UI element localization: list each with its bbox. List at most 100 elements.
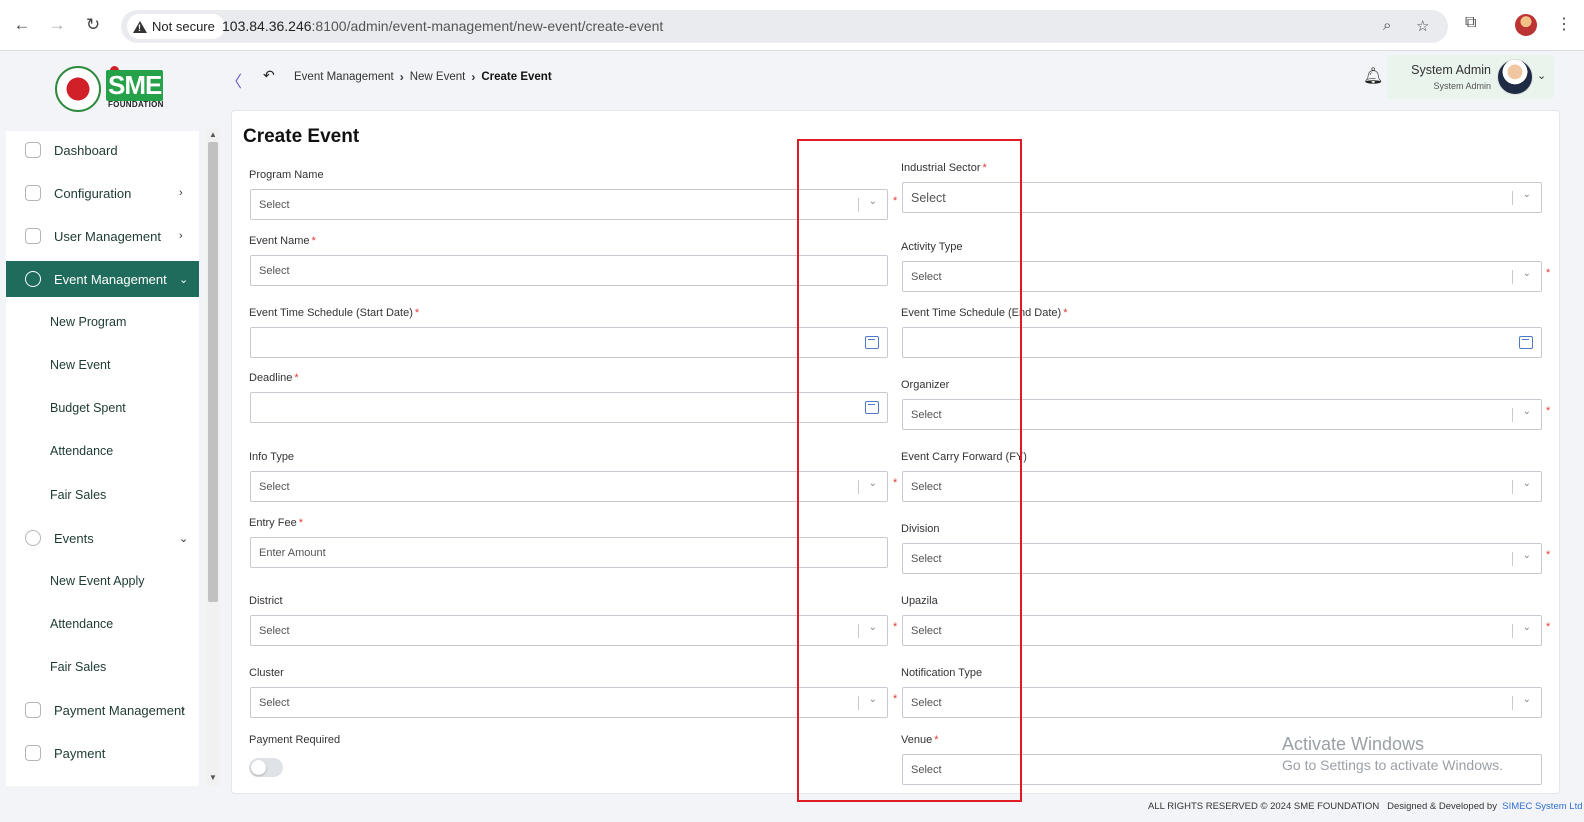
security-chip[interactable]: Not secure: [127, 14, 225, 39]
start-date-input[interactable]: [250, 327, 888, 358]
select-divider: [1512, 480, 1513, 494]
user-menu[interactable]: System Admin System Admin ⌄: [1387, 55, 1554, 99]
program-name-select[interactable]: Select ⌄: [250, 189, 888, 220]
sidebar-item-payment[interactable]: Payment: [6, 735, 199, 771]
chevron-right-icon: ›: [181, 704, 185, 716]
footer: ALL RIGHTS RESERVED © 2024 SME FOUNDATIO…: [1148, 801, 1583, 812]
shield-icon: [25, 228, 41, 244]
bookmark-star-icon[interactable]: ☆: [1416, 17, 1429, 35]
page-title: Create Event: [243, 126, 360, 147]
required-star: *: [1546, 405, 1551, 417]
placeholder: Select: [259, 265, 290, 277]
info-type-select[interactable]: Select ⌄: [250, 471, 888, 502]
chevron-right-icon: ›: [179, 187, 183, 199]
chevron-down-icon: ⌄: [1522, 622, 1531, 633]
address-bar[interactable]: Not secure 103.84.36.246:8100/admin/even…: [121, 10, 1448, 43]
payment-required-toggle[interactable]: [249, 758, 283, 777]
sidebar-subitem-events-attendance[interactable]: Attendance: [50, 617, 113, 631]
chevron-down-icon: ⌄: [1522, 550, 1531, 561]
sidebar-subitem-attendance[interactable]: Attendance: [50, 444, 113, 458]
placeholder: Select: [259, 697, 290, 709]
sidebar-subitem-new-event-apply[interactable]: New Event Apply: [50, 574, 145, 588]
calendar-icon[interactable]: [1519, 336, 1533, 349]
scrollbar-thumb[interactable]: [208, 142, 218, 602]
user-name: System Admin: [1411, 63, 1491, 77]
sidebar-item-configuration[interactable]: Configuration ›: [6, 175, 199, 211]
zoom-icon[interactable]: ⌕: [1383, 17, 1391, 34]
sidebar-subitem-fair-sales[interactable]: Fair Sales: [50, 488, 106, 502]
url-text[interactable]: 103.84.36.246:8100/admin/event-managemen…: [222, 18, 663, 34]
select-divider: [1512, 552, 1513, 566]
entry-fee-input[interactable]: Enter Amount: [250, 537, 888, 568]
cluster-label: Cluster: [249, 667, 284, 679]
event-name-input[interactable]: Select: [250, 255, 888, 286]
chevron-down-icon: ⌄: [179, 532, 189, 545]
browser-toolbar: ← → ↻ Not secure 103.84.36.246:8100/admi…: [0, 0, 1584, 51]
footer-company-link[interactable]: SIMEC System Ltd: [1502, 801, 1582, 812]
security-label: Not secure: [152, 19, 215, 34]
back-arrow-icon[interactable]: ←: [11, 14, 33, 36]
event-name-label: Event Name *: [249, 235, 316, 247]
sidebar-item-user-management[interactable]: User Management ›: [6, 218, 199, 254]
payment-required-label: Payment Required: [249, 734, 340, 746]
label-text: Cluster: [249, 667, 284, 679]
sidebar-item-label: Payment Management: [54, 702, 185, 718]
sidebar-subitem-new-event[interactable]: New Event: [50, 358, 110, 372]
district-label: District: [249, 595, 283, 607]
sidebar-subitem-new-program[interactable]: New Program: [50, 315, 126, 329]
profile-avatar-icon[interactable]: [1515, 14, 1537, 36]
reload-icon[interactable]: ↻: [82, 14, 104, 36]
scroll-up-arrow-icon[interactable]: ▲: [208, 130, 218, 140]
select-divider: [1512, 624, 1513, 638]
required-star: *: [1546, 621, 1551, 633]
sidebar-item-payment-management[interactable]: Payment Management ›: [6, 692, 199, 728]
sidebar-subitem-events-fair-sales[interactable]: Fair Sales: [50, 660, 106, 674]
deadline-input[interactable]: [250, 392, 888, 423]
label-text: Info Type: [249, 451, 295, 463]
sidebar-scrollbar[interactable]: ▲ ▼: [206, 128, 220, 786]
deadline-label: Deadline *: [249, 372, 299, 384]
chevron-down-icon: ⌄: [1522, 268, 1531, 279]
warning-icon: [133, 20, 147, 33]
sidebar-item-label: User Management: [54, 228, 161, 244]
program-name-label: Program Name: [249, 169, 324, 181]
required-star: *: [1546, 267, 1551, 279]
sidebar-subitem-budget-spent[interactable]: Budget Spent: [50, 401, 126, 415]
sidebar-item-event-management[interactable]: Event Management ⌄: [6, 261, 199, 297]
logo-subtext: FOUNDATION: [108, 100, 164, 109]
forward-arrow-icon[interactable]: →: [46, 14, 68, 36]
label-text: Event Name: [249, 235, 310, 247]
required-star: *: [1063, 307, 1068, 319]
placeholder: Select: [259, 481, 290, 493]
sme-foundation-logo[interactable]: SME FOUNDATION: [55, 66, 171, 112]
sidebar-item-dashboard[interactable]: Dashboard: [6, 132, 199, 168]
breadcrumb-chevron-icon: ›: [471, 70, 476, 84]
scroll-down-arrow-icon[interactable]: ▼: [208, 773, 218, 783]
cluster-select[interactable]: Select ⌄: [250, 687, 888, 718]
chevron-right-icon: ›: [179, 230, 183, 242]
wallet-icon: [25, 745, 41, 761]
chevron-down-icon[interactable]: ⌄: [1537, 69, 1546, 82]
notification-bell-icon[interactable]: 🔔︎: [1363, 66, 1383, 86]
chevron-down-icon: ⌄: [179, 273, 189, 286]
sidebar-item-events[interactable]: Events ⌄: [6, 520, 199, 556]
select-divider: [1512, 408, 1513, 422]
district-select[interactable]: Select ⌄: [250, 615, 888, 646]
breadcrumb-new-event[interactable]: New Event: [410, 71, 466, 83]
select-divider: [1512, 270, 1513, 284]
user-role: System Admin: [1433, 81, 1491, 91]
breadcrumb-event-management[interactable]: Event Management: [294, 71, 394, 83]
breadcrumb-create-event: Create Event: [481, 71, 552, 83]
undo-back-icon[interactable]: ↶: [263, 67, 275, 84]
extensions-icon[interactable]: ⧉: [1465, 14, 1476, 32]
label-text: Payment Required: [249, 734, 341, 746]
sidebar-item-label: Events: [54, 530, 94, 546]
footer-designed-by: Designed & Developed by: [1387, 801, 1497, 812]
sidebar-item-label: Dashboard: [54, 142, 118, 158]
sidebar-item-label: Event Management: [54, 271, 167, 287]
sidebar-collapse-icon[interactable]: 〈: [226, 68, 242, 92]
browser-menu-icon[interactable]: ⋮: [1556, 14, 1572, 34]
entry-fee-label: Entry Fee *: [249, 517, 303, 529]
activate-windows-subtitle: Go to Settings to activate Windows.: [1282, 757, 1503, 773]
placeholder: Select: [259, 199, 290, 211]
